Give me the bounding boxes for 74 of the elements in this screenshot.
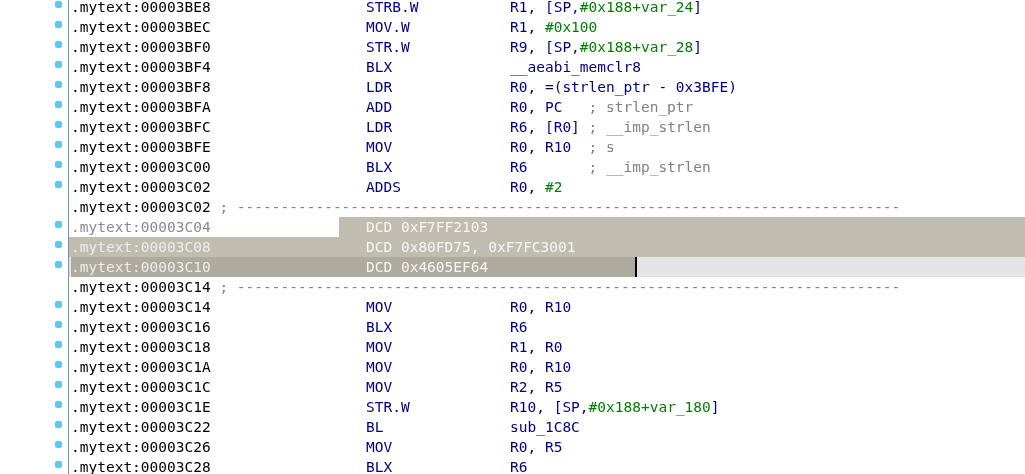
address: .mytext:00003BFC xyxy=(71,118,211,137)
mnemonic: MOV xyxy=(365,358,394,377)
operand: R0, R10 xyxy=(510,299,572,315)
address: .mytext:00003BFE xyxy=(71,138,211,157)
mnemonic: BLX xyxy=(365,318,394,337)
operand: 0xF7FF2103 xyxy=(400,218,489,237)
address: .mytext:00003BF0 xyxy=(71,38,211,57)
mnemonic: STR.W xyxy=(365,398,411,417)
operand: R1, [SP,#0x188+var_24] xyxy=(510,0,703,15)
operand: R0, PC xyxy=(510,99,563,115)
operand: R1, #0x100 xyxy=(510,19,598,35)
address: .mytext:00003C02 xyxy=(71,178,211,197)
address: .mytext:00003C00 xyxy=(71,158,211,177)
address: .mytext:00003C04 xyxy=(71,218,211,237)
mnemonic: DCD xyxy=(365,258,394,277)
mnemonic: MOV xyxy=(365,378,394,397)
mnemonic: LDR xyxy=(365,118,394,137)
address: .mytext:00003C14 xyxy=(71,298,211,317)
mnemonic: BLX xyxy=(365,58,394,77)
mnemonic: LDR xyxy=(365,78,394,97)
address: .mytext:00003BEC xyxy=(71,18,211,37)
mnemonic: MOV xyxy=(365,438,394,457)
operand: R0, R10 xyxy=(510,139,572,155)
address: .mytext:00003C1C xyxy=(71,378,211,397)
mnemonic: BLX xyxy=(365,158,394,177)
address: .mytext:00003C16 xyxy=(71,318,211,337)
operand: R0, R5 xyxy=(510,439,563,455)
operand: R0, #2 xyxy=(510,179,563,195)
mnemonic: STR.W xyxy=(365,38,411,57)
mnemonic: MOV xyxy=(365,338,394,357)
address: .mytext:00003C02 xyxy=(71,198,211,217)
address: .mytext:00003BFA xyxy=(71,98,211,117)
mnemonic: BLX xyxy=(365,458,394,474)
mnemonic: DCD xyxy=(365,238,394,257)
address: .mytext:00003C1A xyxy=(71,358,211,377)
mnemonic: ADD xyxy=(365,98,394,117)
address: .mytext:00003C10 xyxy=(71,258,211,277)
separator-comment: ; ---------------------------------------------------------------------------- xyxy=(219,198,901,217)
address: .mytext:00003C08 xyxy=(71,238,211,257)
operand: R0, R10 xyxy=(510,359,572,375)
mnemonic: ADDS xyxy=(365,178,402,197)
operand: sub_1C8C xyxy=(510,419,580,435)
address: .mytext:00003BE8 xyxy=(71,0,211,17)
mnemonic: MOV xyxy=(365,298,394,317)
comment: ; __imp_strlen xyxy=(588,158,711,177)
operand: R1, R0 xyxy=(510,339,563,355)
comment: ; __imp_strlen xyxy=(588,118,711,137)
mnemonic: MOV.W xyxy=(365,18,411,37)
operand: R6 xyxy=(510,159,528,175)
operand: R0, =(strlen_ptr - 0x3BFE) xyxy=(510,79,737,95)
address: .mytext:00003C22 xyxy=(71,418,211,437)
address: .mytext:00003BF4 xyxy=(71,58,211,77)
mnemonic: MOV xyxy=(365,138,394,157)
address: .mytext:00003C26 xyxy=(71,438,211,457)
operand: R2, R5 xyxy=(510,379,563,395)
text-cursor xyxy=(635,257,637,277)
mnemonic: STRB.W xyxy=(365,0,420,17)
address: .mytext:00003BF8 xyxy=(71,78,211,97)
operand: R6 xyxy=(510,459,528,474)
operand: R6 xyxy=(510,319,528,335)
operand: 0x4605EF64 xyxy=(400,258,489,277)
separator-comment: ; ---------------------------------------------------------------------------- xyxy=(219,278,901,297)
mnemonic: DCD xyxy=(365,218,394,237)
operand: __aeabi_memclr8 xyxy=(510,59,641,75)
address: .mytext:00003C1E xyxy=(71,398,211,417)
operand: R6, [R0] xyxy=(510,119,580,135)
mnemonic: BL xyxy=(365,418,385,437)
operand: R10, [SP,#0x188+var_180] xyxy=(510,399,720,415)
operand: 0x80FD75, 0xF7FC3001 xyxy=(400,238,576,257)
address: .mytext:00003C18 xyxy=(71,338,211,357)
comment: ; s xyxy=(588,138,615,157)
operand: R9, [SP,#0x188+var_28] xyxy=(510,39,703,55)
comment: ; strlen_ptr xyxy=(588,98,694,117)
address: .mytext:00003C14 xyxy=(71,278,211,297)
